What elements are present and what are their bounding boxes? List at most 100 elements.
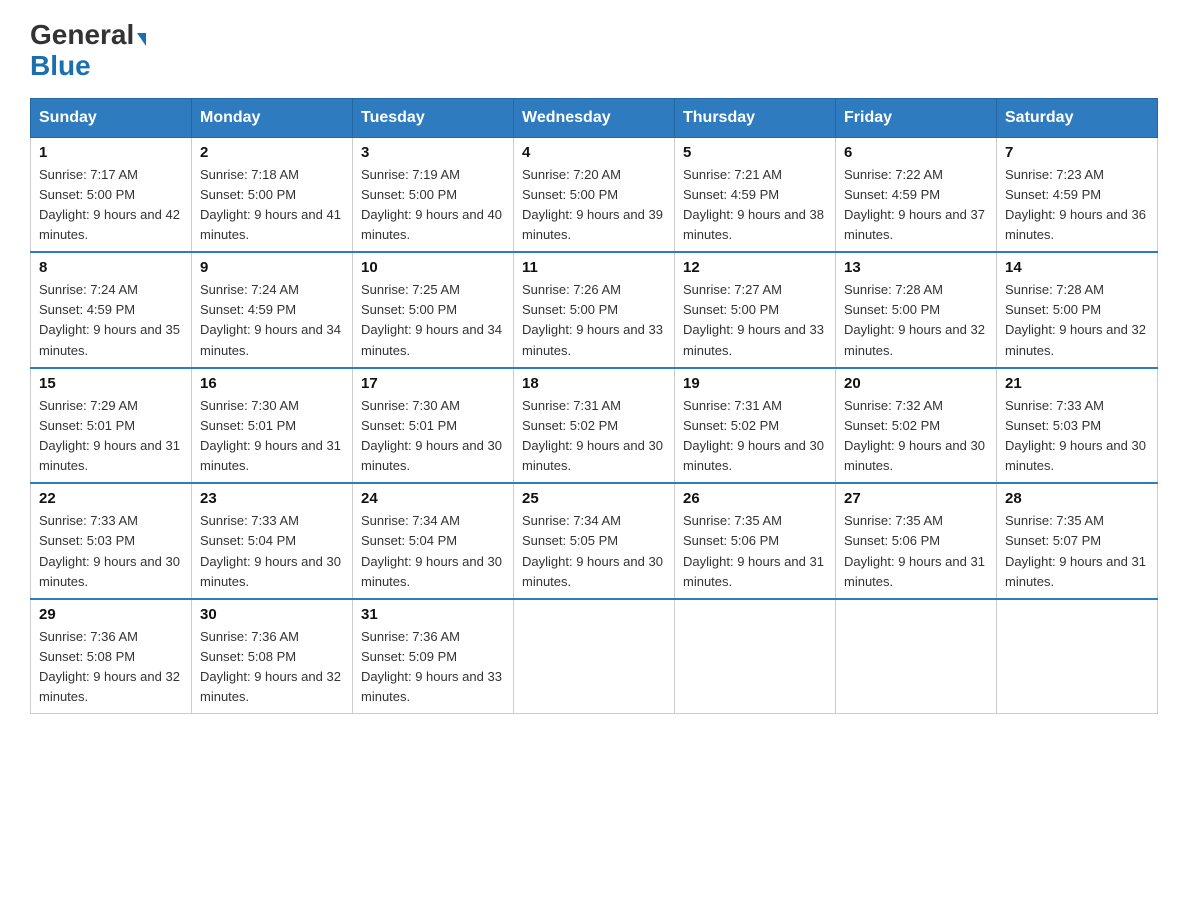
- day-number: 5: [683, 144, 827, 161]
- calendar-week-3: 15 Sunrise: 7:29 AMSunset: 5:01 PMDaylig…: [31, 368, 1158, 484]
- day-number: 1: [39, 144, 183, 161]
- day-number: 11: [522, 259, 666, 276]
- day-number: 21: [1005, 375, 1149, 392]
- day-number: 3: [361, 144, 505, 161]
- day-cell-7: 7 Sunrise: 7:23 AMSunset: 4:59 PMDayligh…: [997, 137, 1158, 252]
- day-info: Sunrise: 7:34 AMSunset: 5:05 PMDaylight:…: [522, 511, 666, 592]
- day-number: 23: [200, 490, 344, 507]
- day-info: Sunrise: 7:19 AMSunset: 5:00 PMDaylight:…: [361, 165, 505, 246]
- day-cell-16: 16 Sunrise: 7:30 AMSunset: 5:01 PMDaylig…: [192, 368, 353, 484]
- day-info: Sunrise: 7:22 AMSunset: 4:59 PMDaylight:…: [844, 165, 988, 246]
- day-number: 28: [1005, 490, 1149, 507]
- day-cell-23: 23 Sunrise: 7:33 AMSunset: 5:04 PMDaylig…: [192, 483, 353, 599]
- day-info: Sunrise: 7:24 AMSunset: 4:59 PMDaylight:…: [200, 280, 344, 361]
- day-info: Sunrise: 7:31 AMSunset: 5:02 PMDaylight:…: [522, 396, 666, 477]
- day-info: Sunrise: 7:31 AMSunset: 5:02 PMDaylight:…: [683, 396, 827, 477]
- day-cell-30: 30 Sunrise: 7:36 AMSunset: 5:08 PMDaylig…: [192, 599, 353, 714]
- day-number: 6: [844, 144, 988, 161]
- day-cell-25: 25 Sunrise: 7:34 AMSunset: 5:05 PMDaylig…: [514, 483, 675, 599]
- day-number: 25: [522, 490, 666, 507]
- day-number: 4: [522, 144, 666, 161]
- day-cell-21: 21 Sunrise: 7:33 AMSunset: 5:03 PMDaylig…: [997, 368, 1158, 484]
- day-info: Sunrise: 7:17 AMSunset: 5:00 PMDaylight:…: [39, 165, 183, 246]
- day-info: Sunrise: 7:24 AMSunset: 4:59 PMDaylight:…: [39, 280, 183, 361]
- weekday-header-sunday: Sunday: [31, 98, 192, 137]
- logo-triangle-icon: [137, 33, 146, 46]
- weekday-header-friday: Friday: [836, 98, 997, 137]
- day-number: 7: [1005, 144, 1149, 161]
- day-info: Sunrise: 7:25 AMSunset: 5:00 PMDaylight:…: [361, 280, 505, 361]
- day-number: 20: [844, 375, 988, 392]
- day-cell-28: 28 Sunrise: 7:35 AMSunset: 5:07 PMDaylig…: [997, 483, 1158, 599]
- day-info: Sunrise: 7:26 AMSunset: 5:00 PMDaylight:…: [522, 280, 666, 361]
- calendar-week-4: 22 Sunrise: 7:33 AMSunset: 5:03 PMDaylig…: [31, 483, 1158, 599]
- day-number: 30: [200, 606, 344, 623]
- day-info: Sunrise: 7:28 AMSunset: 5:00 PMDaylight:…: [844, 280, 988, 361]
- day-cell-6: 6 Sunrise: 7:22 AMSunset: 4:59 PMDayligh…: [836, 137, 997, 252]
- calendar-week-5: 29 Sunrise: 7:36 AMSunset: 5:08 PMDaylig…: [31, 599, 1158, 714]
- logo: General Blue: [30, 20, 146, 82]
- day-number: 26: [683, 490, 827, 507]
- day-number: 10: [361, 259, 505, 276]
- day-info: Sunrise: 7:33 AMSunset: 5:03 PMDaylight:…: [1005, 396, 1149, 477]
- day-info: Sunrise: 7:35 AMSunset: 5:06 PMDaylight:…: [683, 511, 827, 592]
- empty-cell: [836, 599, 997, 714]
- weekday-header-monday: Monday: [192, 98, 353, 137]
- day-number: 12: [683, 259, 827, 276]
- weekday-header-row: SundayMondayTuesdayWednesdayThursdayFrid…: [31, 98, 1158, 137]
- logo-blue-text: Blue: [30, 51, 146, 82]
- day-number: 8: [39, 259, 183, 276]
- day-cell-11: 11 Sunrise: 7:26 AMSunset: 5:00 PMDaylig…: [514, 252, 675, 368]
- day-cell-12: 12 Sunrise: 7:27 AMSunset: 5:00 PMDaylig…: [675, 252, 836, 368]
- day-info: Sunrise: 7:36 AMSunset: 5:09 PMDaylight:…: [361, 627, 505, 708]
- logo-general-text: General: [30, 19, 134, 50]
- day-cell-9: 9 Sunrise: 7:24 AMSunset: 4:59 PMDayligh…: [192, 252, 353, 368]
- day-number: 24: [361, 490, 505, 507]
- day-cell-24: 24 Sunrise: 7:34 AMSunset: 5:04 PMDaylig…: [353, 483, 514, 599]
- day-cell-14: 14 Sunrise: 7:28 AMSunset: 5:00 PMDaylig…: [997, 252, 1158, 368]
- day-info: Sunrise: 7:28 AMSunset: 5:00 PMDaylight:…: [1005, 280, 1149, 361]
- weekday-header-wednesday: Wednesday: [514, 98, 675, 137]
- day-info: Sunrise: 7:27 AMSunset: 5:00 PMDaylight:…: [683, 280, 827, 361]
- weekday-header-saturday: Saturday: [997, 98, 1158, 137]
- day-cell-15: 15 Sunrise: 7:29 AMSunset: 5:01 PMDaylig…: [31, 368, 192, 484]
- empty-cell: [514, 599, 675, 714]
- day-cell-4: 4 Sunrise: 7:20 AMSunset: 5:00 PMDayligh…: [514, 137, 675, 252]
- day-info: Sunrise: 7:18 AMSunset: 5:00 PMDaylight:…: [200, 165, 344, 246]
- day-cell-19: 19 Sunrise: 7:31 AMSunset: 5:02 PMDaylig…: [675, 368, 836, 484]
- day-cell-22: 22 Sunrise: 7:33 AMSunset: 5:03 PMDaylig…: [31, 483, 192, 599]
- day-info: Sunrise: 7:23 AMSunset: 4:59 PMDaylight:…: [1005, 165, 1149, 246]
- calendar-table: SundayMondayTuesdayWednesdayThursdayFrid…: [30, 98, 1158, 715]
- day-info: Sunrise: 7:35 AMSunset: 5:06 PMDaylight:…: [844, 511, 988, 592]
- day-cell-17: 17 Sunrise: 7:30 AMSunset: 5:01 PMDaylig…: [353, 368, 514, 484]
- day-cell-8: 8 Sunrise: 7:24 AMSunset: 4:59 PMDayligh…: [31, 252, 192, 368]
- day-number: 29: [39, 606, 183, 623]
- day-cell-3: 3 Sunrise: 7:19 AMSunset: 5:00 PMDayligh…: [353, 137, 514, 252]
- day-info: Sunrise: 7:20 AMSunset: 5:00 PMDaylight:…: [522, 165, 666, 246]
- day-info: Sunrise: 7:29 AMSunset: 5:01 PMDaylight:…: [39, 396, 183, 477]
- day-number: 31: [361, 606, 505, 623]
- day-number: 9: [200, 259, 344, 276]
- day-number: 2: [200, 144, 344, 161]
- day-cell-18: 18 Sunrise: 7:31 AMSunset: 5:02 PMDaylig…: [514, 368, 675, 484]
- day-cell-5: 5 Sunrise: 7:21 AMSunset: 4:59 PMDayligh…: [675, 137, 836, 252]
- day-info: Sunrise: 7:30 AMSunset: 5:01 PMDaylight:…: [200, 396, 344, 477]
- empty-cell: [997, 599, 1158, 714]
- day-info: Sunrise: 7:33 AMSunset: 5:03 PMDaylight:…: [39, 511, 183, 592]
- day-cell-13: 13 Sunrise: 7:28 AMSunset: 5:00 PMDaylig…: [836, 252, 997, 368]
- day-cell-2: 2 Sunrise: 7:18 AMSunset: 5:00 PMDayligh…: [192, 137, 353, 252]
- day-cell-29: 29 Sunrise: 7:36 AMSunset: 5:08 PMDaylig…: [31, 599, 192, 714]
- day-cell-20: 20 Sunrise: 7:32 AMSunset: 5:02 PMDaylig…: [836, 368, 997, 484]
- day-number: 17: [361, 375, 505, 392]
- empty-cell: [675, 599, 836, 714]
- day-info: Sunrise: 7:34 AMSunset: 5:04 PMDaylight:…: [361, 511, 505, 592]
- calendar-week-1: 1 Sunrise: 7:17 AMSunset: 5:00 PMDayligh…: [31, 137, 1158, 252]
- day-info: Sunrise: 7:30 AMSunset: 5:01 PMDaylight:…: [361, 396, 505, 477]
- weekday-header-tuesday: Tuesday: [353, 98, 514, 137]
- day-info: Sunrise: 7:36 AMSunset: 5:08 PMDaylight:…: [39, 627, 183, 708]
- page-header: General Blue: [30, 20, 1158, 82]
- day-info: Sunrise: 7:36 AMSunset: 5:08 PMDaylight:…: [200, 627, 344, 708]
- day-info: Sunrise: 7:33 AMSunset: 5:04 PMDaylight:…: [200, 511, 344, 592]
- day-cell-26: 26 Sunrise: 7:35 AMSunset: 5:06 PMDaylig…: [675, 483, 836, 599]
- day-number: 18: [522, 375, 666, 392]
